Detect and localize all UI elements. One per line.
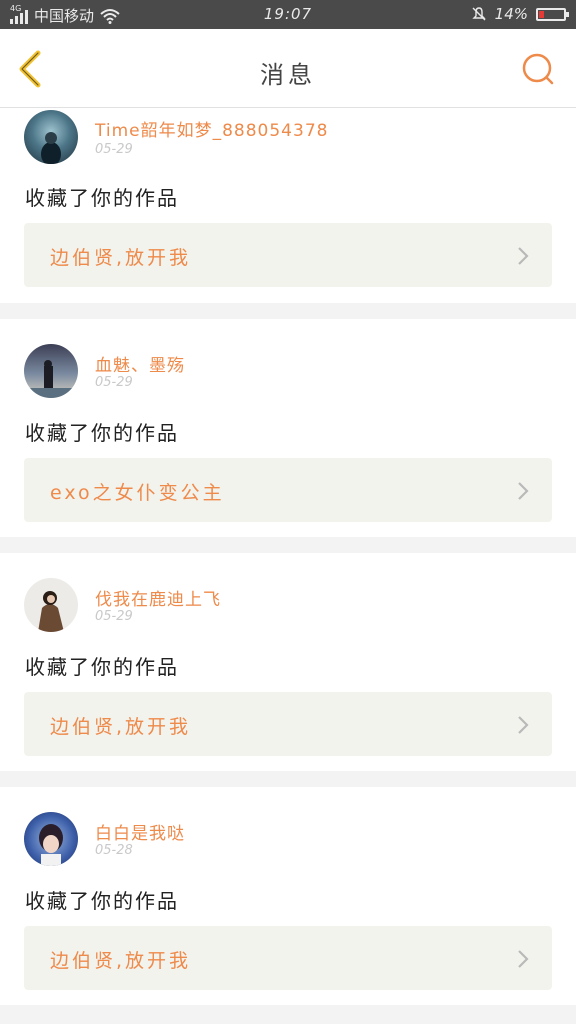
- timestamp: 05-29: [95, 609, 133, 624]
- avatar[interactable]: [24, 812, 78, 866]
- notification-card: 血魅、墨殇 05-29 收藏了你的作品 exo之女仆变公主: [0, 319, 576, 537]
- notification-card: 白白是我哒 05-28 收藏了你的作品 边伯贤,放开我: [0, 787, 576, 1005]
- page-title: 消息: [260, 61, 316, 89]
- avatar[interactable]: [24, 110, 78, 164]
- avatar[interactable]: [24, 344, 78, 398]
- work-link[interactable]: 边伯贤,放开我: [24, 926, 552, 990]
- status-bar: 4G 中国移动 19:07 14%: [0, 0, 576, 29]
- work-link[interactable]: 边伯贤,放开我: [24, 692, 552, 756]
- timestamp: 05-28: [95, 843, 133, 858]
- battery-icon: [536, 7, 569, 21]
- notification-card: Time韶年如梦_888054378 05-29 收藏了你的作品 边伯贤,放开我: [0, 108, 576, 303]
- action-text: 收藏了你的作品: [25, 889, 179, 913]
- work-title: exo之女仆变公主: [50, 482, 225, 504]
- status-right: 14%: [471, 5, 569, 23]
- username[interactable]: 白白是我哒: [95, 819, 185, 844]
- bell-muted-icon: [471, 7, 486, 21]
- work-title: 边伯贤,放开我: [50, 247, 192, 269]
- work-title: 边伯贤,放开我: [50, 950, 192, 972]
- avatar[interactable]: [24, 578, 78, 632]
- timestamp: 05-29: [95, 375, 133, 390]
- username[interactable]: Time韶年如梦_888054378: [95, 116, 328, 141]
- action-text: 收藏了你的作品: [25, 186, 179, 210]
- search-icon[interactable]: [520, 51, 556, 87]
- timestamp: 05-29: [95, 142, 133, 157]
- notification-card: 伐我在鹿迪上飞 05-29 收藏了你的作品 边伯贤,放开我: [0, 553, 576, 771]
- username[interactable]: 伐我在鹿迪上飞: [95, 585, 221, 610]
- nav-bar: 消息: [0, 29, 576, 108]
- chevron-right-icon: [518, 950, 529, 968]
- work-link[interactable]: 边伯贤,放开我: [24, 223, 552, 287]
- username[interactable]: 血魅、墨殇: [95, 351, 185, 376]
- chevron-right-icon: [518, 716, 529, 734]
- chevron-right-icon: [518, 482, 529, 500]
- battery-percent: 14%: [494, 5, 528, 23]
- work-link[interactable]: exo之女仆变公主: [24, 458, 552, 522]
- work-title: 边伯贤,放开我: [50, 716, 192, 738]
- action-text: 收藏了你的作品: [25, 655, 179, 679]
- action-text: 收藏了你的作品: [25, 421, 179, 445]
- chevron-right-icon: [518, 247, 529, 265]
